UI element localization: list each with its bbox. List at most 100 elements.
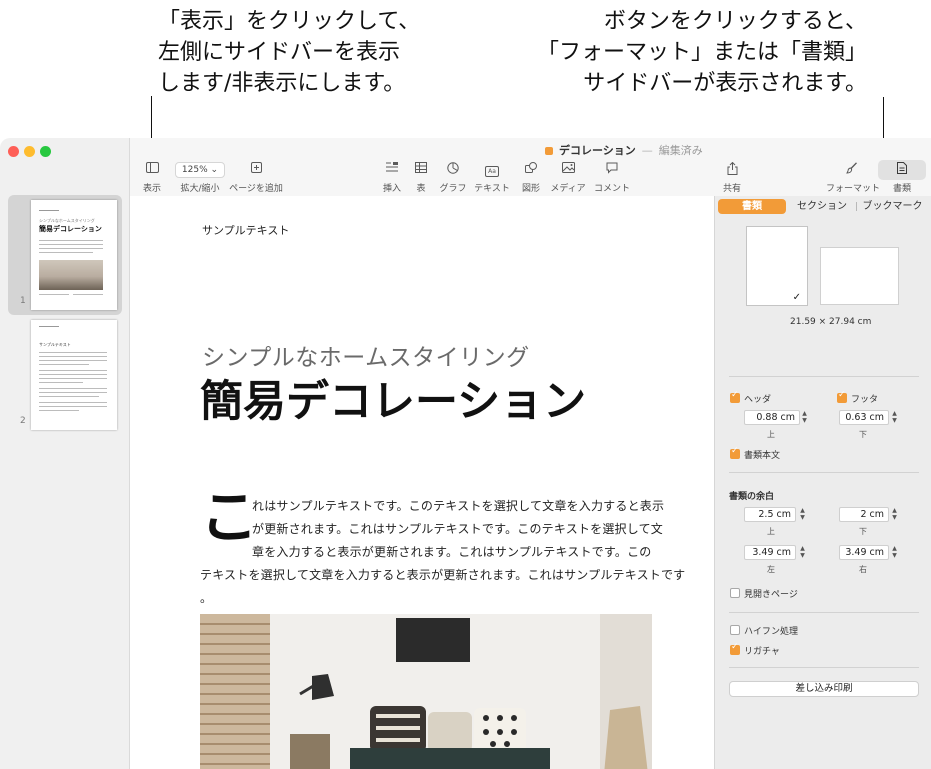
text-button[interactable]: Aa テキスト — [474, 162, 510, 194]
tab-document[interactable]: 書類 — [718, 199, 786, 214]
tab-section[interactable]: セクション — [788, 199, 856, 214]
comment-label: コメント — [594, 184, 631, 194]
callout-format-line2: 「フォーマット」または「書類」 — [536, 40, 867, 65]
header-top-label: 上 — [767, 430, 775, 439]
chart-pie-icon — [438, 162, 468, 178]
thumb2-heading: サンプルテキスト — [39, 342, 71, 347]
media-button[interactable]: メディア — [550, 162, 586, 194]
sidebar-icon — [138, 162, 166, 178]
page-number-2: 2 — [20, 416, 26, 426]
view-label: 表示 — [142, 184, 161, 194]
margin-right-stepper[interactable]: ▲ ▼ — [891, 545, 898, 560]
toolbar: デコレーション—編集済み 表示 125% ⌄ 拡大/縮小 ページを追加 挿入 — [130, 138, 931, 196]
inspector-divider-3 — [729, 612, 919, 613]
ligatures-label: リガチャ — [744, 647, 780, 657]
hyphenation-label: ハイフン処理 — [744, 627, 799, 637]
insert-button[interactable]: 挿入 — [378, 162, 406, 194]
margin-top-stepper[interactable]: ▲ ▼ — [799, 507, 806, 522]
ligatures-checkbox[interactable] — [730, 642, 740, 655]
document-name: デコレーション — [559, 144, 636, 157]
document-button[interactable] — [878, 160, 926, 180]
photo-icon — [550, 162, 586, 178]
text-box-icon: Aa — [474, 162, 510, 178]
shape-icon — [518, 162, 544, 178]
margin-top-field[interactable]: 2.5 cm — [744, 507, 796, 522]
zoom-popup[interactable]: 125% ⌄ — [175, 162, 225, 178]
mail-merge-button[interactable]: 差し込み印刷 — [729, 681, 919, 697]
comment-icon — [594, 162, 630, 178]
header-checkbox[interactable] — [730, 390, 740, 403]
add-page-button[interactable]: ページを追加 — [228, 162, 284, 194]
margin-left-field[interactable]: 3.49 cm — [744, 545, 796, 560]
doc-body-line-1[interactable]: れはサンプルテキストです。このテキストを選択して文章を入力すると表示 — [252, 495, 664, 518]
inspector-divider-2 — [729, 472, 919, 473]
thumb1-photo — [39, 260, 103, 290]
callout-format-document: ボタンをクリックすると、 「フォーマット」または「書類」 サイドバーが表示されま… — [500, 6, 867, 99]
inspector-divider-4 — [729, 667, 919, 668]
document-label: 書類 — [892, 184, 911, 194]
zoom-control[interactable]: 125% ⌄ 拡大/縮小 — [174, 162, 226, 194]
zoom-label: 拡大/縮小 — [180, 184, 220, 194]
header-distance-field[interactable]: 0.88 cm — [744, 410, 800, 425]
margin-bottom-label: 下 — [859, 527, 867, 536]
format-button[interactable]: フォーマット — [826, 162, 881, 194]
inspector-tabs: 書類 セクション ブックマーク — [718, 199, 927, 214]
document-icon-toolbar — [878, 162, 926, 178]
footer-distance-field[interactable]: 0.63 cm — [839, 410, 889, 425]
page-number-1: 1 — [20, 296, 26, 306]
margin-top-label: 上 — [767, 527, 775, 536]
doc-body-line-5[interactable]: 。 — [200, 587, 212, 610]
document-body-checkbox[interactable] — [730, 446, 740, 459]
text-label: テキスト — [474, 184, 510, 194]
landscape-orientation-option[interactable] — [820, 247, 899, 305]
format-label: フォーマット — [826, 184, 881, 194]
margin-bottom-field[interactable]: 2 cm — [839, 507, 889, 522]
hyphenation-checkbox[interactable] — [730, 625, 740, 635]
doc-dropcap[interactable]: こ — [200, 488, 258, 546]
close-window-button[interactable] — [8, 146, 19, 157]
margin-right-label: 右 — [859, 565, 867, 574]
doc-body-line-3[interactable]: 章を入力すると表示が更新されます。これはサンプルテキストです。この — [252, 541, 651, 564]
chart-label: グラフ — [439, 184, 467, 194]
tab-bookmarks[interactable]: ブックマーク — [858, 199, 927, 214]
header-distance-stepper[interactable]: ▲ ▼ — [801, 410, 808, 425]
document-canvas[interactable]: サンプルテキスト シンプルなホームスタイリング 簡易デコレーション こ れはサン… — [130, 196, 714, 769]
share-button[interactable]: 共有 — [719, 161, 745, 194]
zoom-value: 125% — [181, 165, 208, 175]
view-button[interactable]: 表示 — [138, 162, 166, 194]
pages-window: シンプルなホームスタイリング 簡易デコレーション 1 サンプルテキスト 2 デコ… — [0, 138, 931, 769]
callout-format-leader — [883, 97, 884, 143]
comment-button[interactable]: コメント — [594, 162, 630, 194]
footer-checkbox[interactable] — [837, 390, 847, 403]
insert-icon — [378, 162, 406, 178]
doc-body-line-2[interactable]: が更新されます。これはサンプルテキストです。このテキストを選択して文 — [252, 518, 663, 541]
footer-checkbox-label: フッタ — [851, 395, 879, 405]
doc-header-text[interactable]: サンプルテキスト — [202, 222, 289, 238]
chart-button[interactable]: グラフ — [438, 162, 468, 194]
media-label: メディア — [550, 184, 586, 194]
living-room-photo[interactable] — [200, 614, 652, 769]
margin-right-field[interactable]: 3.49 cm — [839, 545, 889, 560]
margin-left-stepper[interactable]: ▲ ▼ — [799, 545, 806, 560]
portrait-orientation-option[interactable]: ✓ — [746, 226, 808, 306]
text-box-glyph: Aa — [485, 166, 499, 177]
callout-view-line2: 左側にサイドバーを表示 — [158, 40, 401, 65]
margin-bottom-stepper[interactable]: ▲ ▼ — [891, 507, 898, 522]
facing-pages-label: 見開きページ — [744, 590, 798, 600]
paintbrush-icon — [826, 162, 878, 178]
share-icon — [719, 161, 745, 178]
margins-heading: 書類の余白 — [729, 492, 775, 502]
page-thumbnail-1[interactable]: シンプルなホームスタイリング 簡易デコレーション — [31, 200, 117, 310]
facing-pages-checkbox[interactable] — [730, 588, 740, 598]
page-thumbnail-2[interactable]: サンプルテキスト — [31, 320, 117, 430]
doc-title[interactable]: 簡易デコレーション — [200, 367, 586, 429]
zoom-window-button[interactable] — [40, 146, 51, 157]
callout-format-line3: サイドバーが表示されます。 — [583, 71, 867, 96]
document-icon — [545, 147, 553, 155]
minimize-window-button[interactable] — [24, 146, 35, 157]
footer-distance-stepper[interactable]: ▲ ▼ — [891, 410, 898, 425]
doc-body-line-4[interactable]: テキストを選択して文章を入力すると表示が更新されます。これはサンプルテキストです — [200, 564, 685, 587]
table-button[interactable]: 表 — [410, 162, 432, 194]
document-inspector: 書類 セクション ブックマーク ✓ 21.59 × 27.94 cm ヘッダ フ… — [714, 196, 931, 769]
shape-button[interactable]: 図形 — [518, 162, 544, 194]
